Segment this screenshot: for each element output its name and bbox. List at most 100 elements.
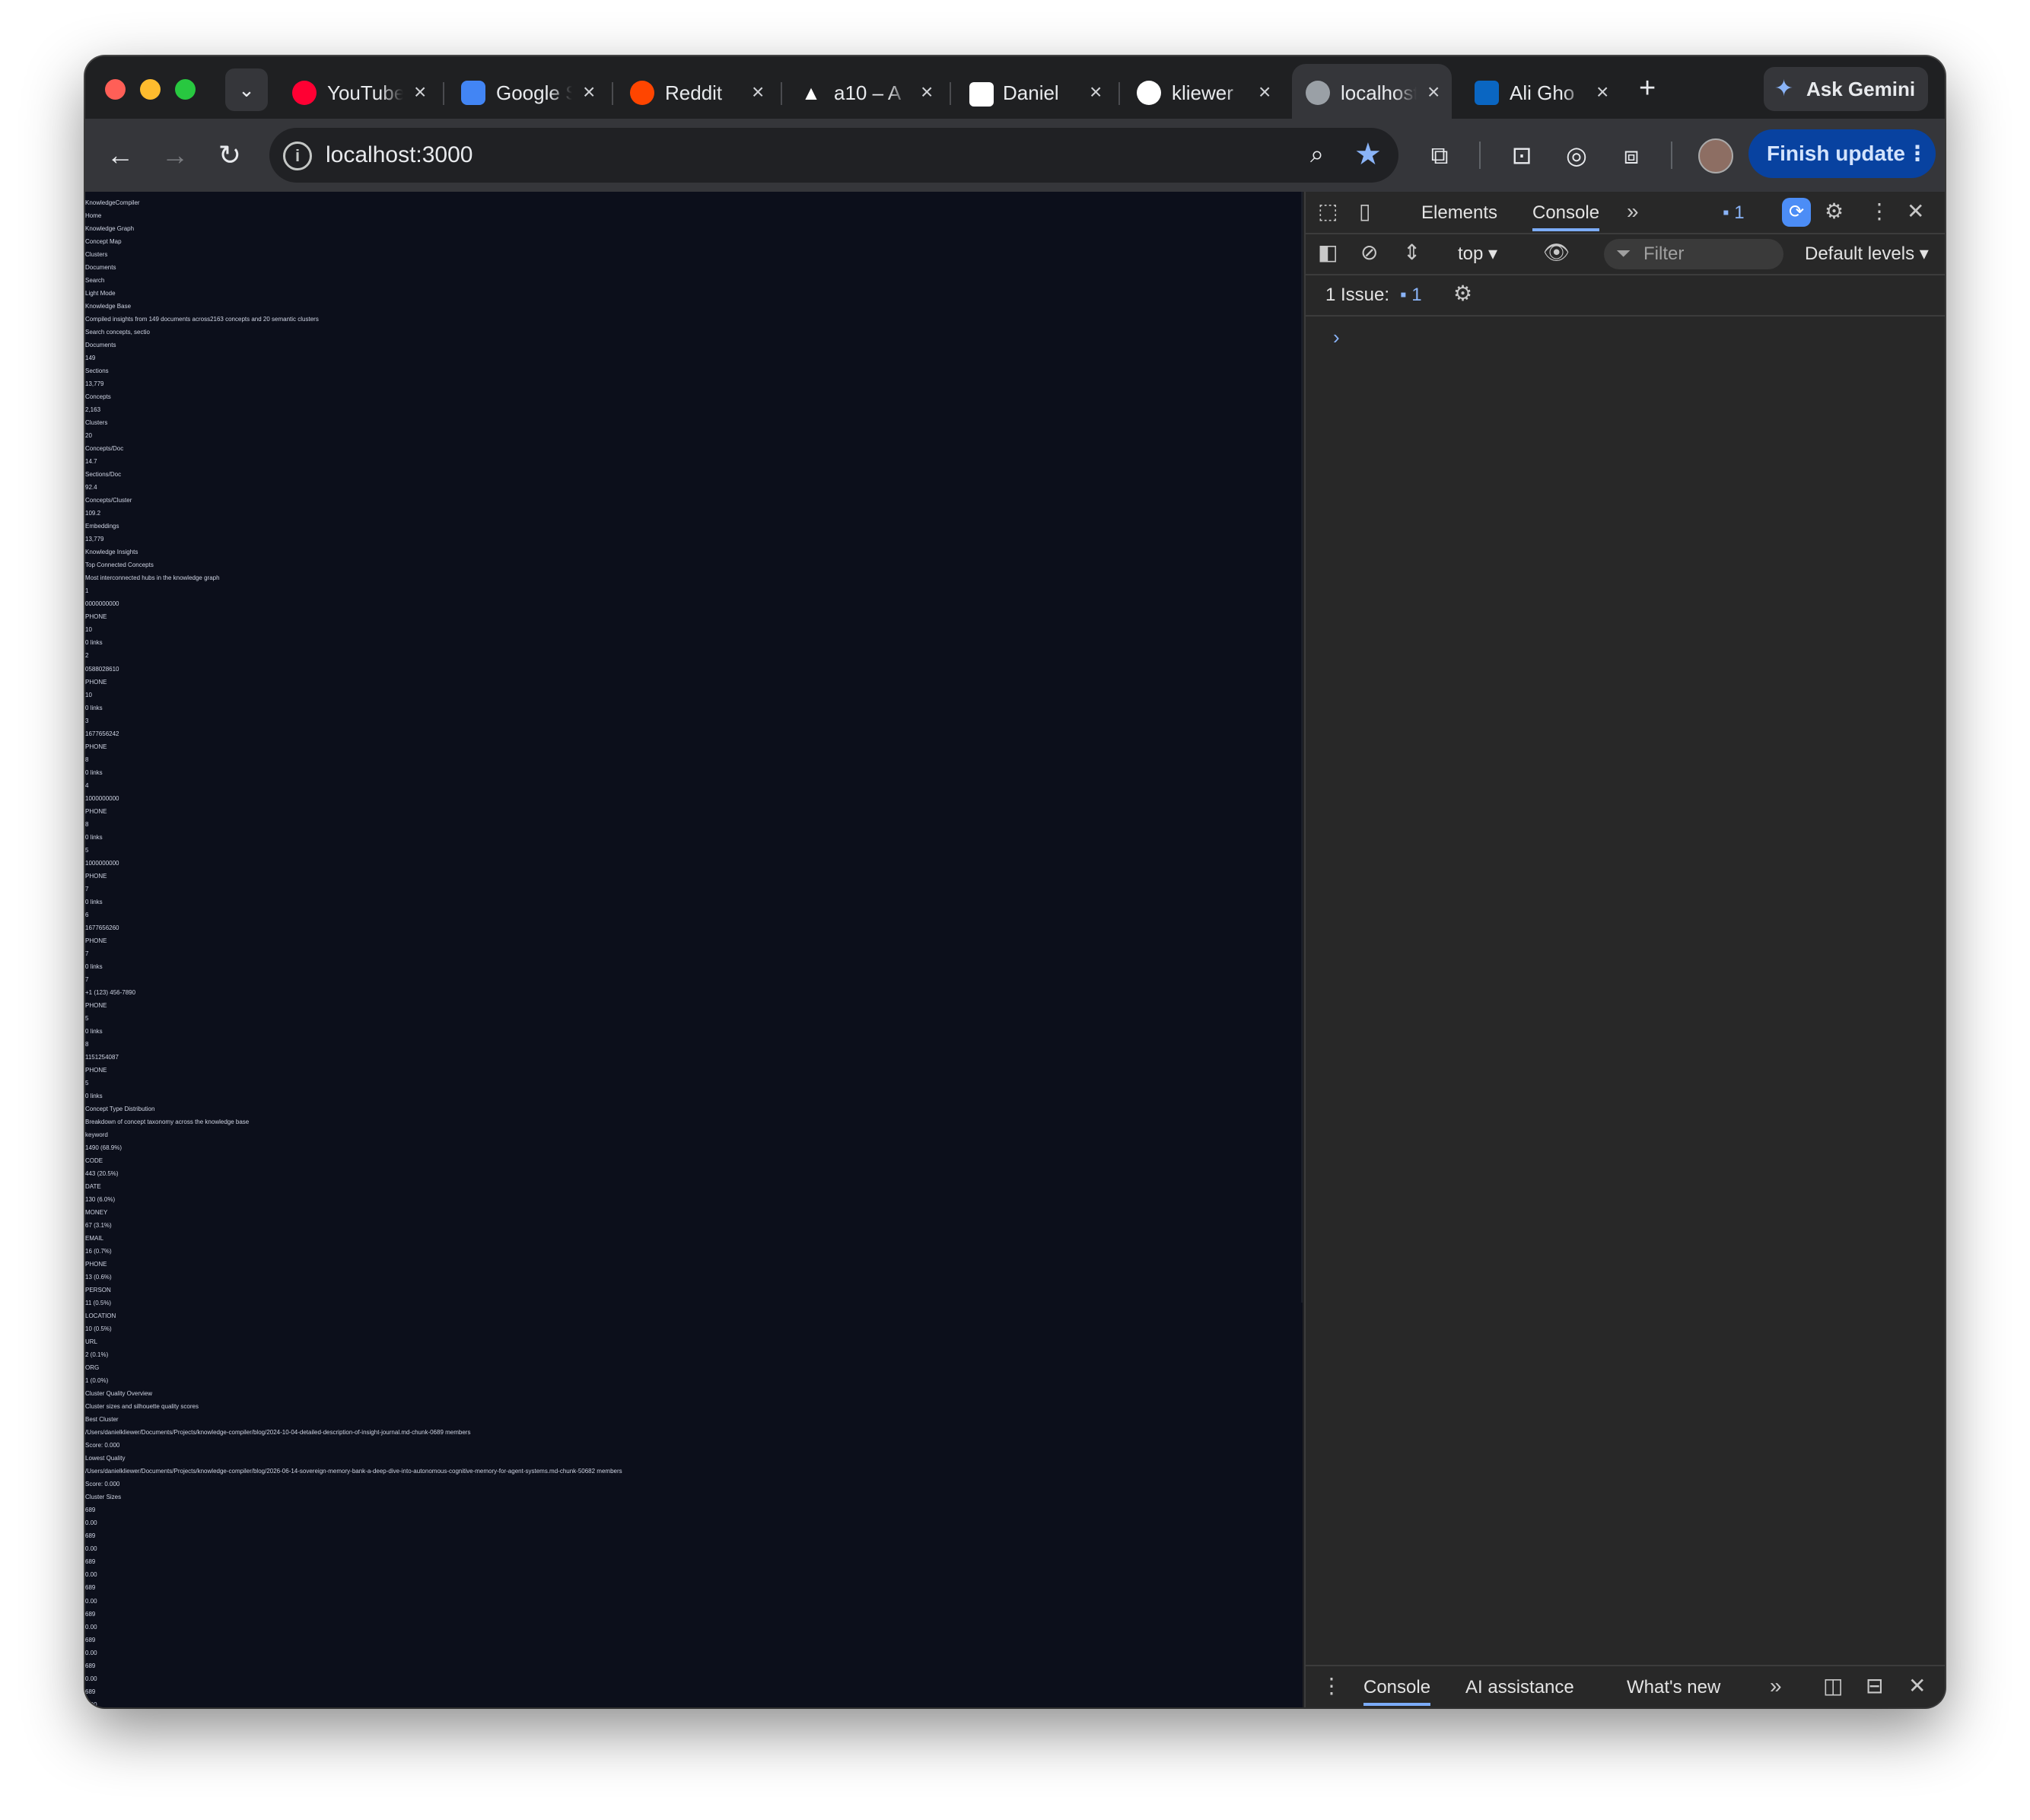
drawer-tab-whats-new[interactable]: What's new bbox=[1627, 1672, 1720, 1703]
tab-close-icon[interactable]: × bbox=[414, 79, 426, 105]
minimize-window-button[interactable] bbox=[140, 79, 161, 100]
dock-side-icon[interactable]: ◫ bbox=[1823, 1671, 1843, 1701]
close-devtools-icon[interactable]: ✕ bbox=[1907, 196, 1924, 227]
clear-console-icon[interactable]: ⊘ bbox=[1360, 237, 1378, 268]
tab-close-icon[interactable]: × bbox=[1090, 79, 1102, 105]
page-text-line: 2 (0.1%) bbox=[85, 1351, 109, 1359]
page-text-line: Compiled insights from 149 documents acr… bbox=[85, 316, 319, 323]
page-text-line: 0 links bbox=[85, 704, 103, 711]
translate-icon[interactable]: ⧈ bbox=[1613, 137, 1650, 173]
extensions-puzzle-icon[interactable]: ⧉ bbox=[1421, 137, 1458, 173]
page-text-line: 10 bbox=[85, 691, 92, 698]
drawer-menu-icon[interactable]: ⋮ bbox=[1321, 1671, 1342, 1701]
tab-reddit[interactable]: Reddit × bbox=[616, 64, 782, 119]
inspect-element-icon[interactable]: ⬚ bbox=[1318, 196, 1338, 227]
tab-close-icon[interactable]: × bbox=[583, 79, 595, 105]
back-arrow-icon[interactable]: ← bbox=[102, 137, 138, 173]
page-text-line: 5 bbox=[85, 1079, 89, 1087]
cast-icon[interactable]: ⊡ bbox=[1503, 137, 1540, 173]
log-levels-dropdown[interactable]: Default levels ▾ bbox=[1805, 239, 1929, 269]
page-text-line: Top Connected Concepts bbox=[85, 562, 154, 569]
linkedin-icon bbox=[1475, 81, 1499, 105]
kebab-menu-icon[interactable]: ⋮ bbox=[1907, 129, 1928, 178]
page-text-line: URL bbox=[85, 1338, 98, 1346]
drawer-tab-console[interactable]: Console bbox=[1363, 1672, 1431, 1706]
sync-icon[interactable]: ⟳ bbox=[1782, 198, 1811, 227]
reload-icon[interactable]: ↻ bbox=[212, 137, 248, 173]
page-text-line: 0.00 bbox=[85, 1675, 97, 1682]
finish-update-label: Finish update bbox=[1767, 142, 1905, 165]
finish-update-button[interactable]: Finish update ⋮ bbox=[1748, 129, 1936, 178]
pin-expression-icon[interactable]: ⇕ bbox=[1403, 237, 1421, 268]
page-text-line: 0.00 bbox=[85, 1649, 97, 1656]
tab-youtube[interactable]: YouTube × bbox=[278, 64, 444, 119]
screenshot-lens-icon[interactable]: ◎ bbox=[1558, 137, 1595, 173]
issues-badge[interactable]: ▪ 1 bbox=[1723, 198, 1745, 228]
tab-close-icon[interactable]: × bbox=[752, 79, 764, 105]
tab-title: Google Sheets bbox=[496, 81, 572, 104]
page-text-line: 3 bbox=[85, 717, 89, 724]
tab-close-icon[interactable]: × bbox=[1427, 79, 1440, 105]
page-text-line: Knowledge Base bbox=[85, 303, 132, 310]
devtools-tabbar: ⬚ ▯ Elements Console » ▪ 1 ⟳ ⚙ ⋮ ✕ bbox=[1306, 192, 1945, 234]
sidebar-toggle-icon[interactable]: ◧ bbox=[1318, 237, 1338, 268]
tab-google-sheets[interactable]: Google Sheets × bbox=[447, 64, 613, 119]
zoom-magnifier-icon[interactable]: ⌕ bbox=[1310, 140, 1324, 169]
page-text-line: 689 bbox=[85, 1688, 96, 1695]
tab-strip: ⌄ YouTube × Google Sheets × Reddit × ▲ a… bbox=[85, 56, 1945, 119]
site-info-icon[interactable]: i bbox=[283, 142, 312, 170]
page-text-line: 7 bbox=[85, 950, 89, 957]
address-bar[interactable]: i localhost:3000 ⌕ ★ bbox=[269, 128, 1398, 183]
forward-arrow-icon[interactable]: → bbox=[157, 137, 193, 173]
page-text-line: Cluster sizes and silhouette quality sco… bbox=[85, 1403, 199, 1411]
bookmark-star-icon[interactable]: ★ bbox=[1354, 137, 1382, 172]
url-text[interactable]: localhost:3000 bbox=[326, 142, 473, 169]
tab-localhost[interactable]: localhost × bbox=[1292, 64, 1452, 119]
tab-title: YouTube bbox=[327, 81, 403, 104]
devtools-menu-icon[interactable]: ⋮ bbox=[1869, 196, 1890, 227]
profile-avatar[interactable] bbox=[1698, 138, 1733, 173]
browser-window: ⌄ YouTube × Google Sheets × Reddit × ▲ a… bbox=[85, 56, 1945, 1707]
page-text-line: Knowledge Graph bbox=[85, 225, 135, 233]
close-drawer-icon[interactable]: ✕ bbox=[1908, 1671, 1926, 1701]
tab-console[interactable]: Console bbox=[1532, 198, 1600, 231]
page-text-line: Score: 0.000 bbox=[85, 1481, 120, 1488]
tab-a10[interactable]: ▲ a10 – A × bbox=[785, 64, 951, 119]
live-expression-eye-icon[interactable]: 👁 bbox=[1543, 237, 1570, 268]
reddit-icon bbox=[630, 81, 654, 105]
page-text-line: 0 links bbox=[85, 833, 103, 841]
ask-gemini-button[interactable]: ✦ Ask Gemini bbox=[1764, 67, 1928, 111]
page-text-line: 10 bbox=[85, 626, 92, 634]
page-text-line: Best Cluster bbox=[85, 1416, 119, 1424]
new-tab-plus-icon[interactable]: + bbox=[1639, 72, 1656, 105]
issues-link[interactable]: ▪ 1 bbox=[1400, 280, 1422, 310]
drawer-more-tabs-icon[interactable]: » bbox=[1770, 1671, 1782, 1701]
settings-gear-icon[interactable]: ⚙ bbox=[1825, 196, 1844, 227]
console-prompt-chevron-icon[interactable]: › bbox=[1333, 326, 1340, 349]
context-selector[interactable]: top ▾ bbox=[1458, 239, 1497, 269]
tab-close-icon[interactable]: × bbox=[921, 79, 933, 105]
tab-linkedin[interactable]: Ali Gho × bbox=[1461, 64, 1621, 119]
filter-input[interactable]: ⏷ Filter bbox=[1604, 239, 1783, 269]
page-scrollbar[interactable] bbox=[1301, 192, 1303, 1303]
device-toolbar-icon[interactable]: ▯ bbox=[1359, 196, 1370, 227]
console-settings-gear-icon[interactable]: ⚙ bbox=[1453, 278, 1472, 309]
tab-close-icon[interactable]: × bbox=[1596, 79, 1608, 105]
tab-elements[interactable]: Elements bbox=[1421, 198, 1497, 228]
tab-daniel[interactable]: Daniel × bbox=[954, 64, 1120, 119]
page-text-line: PHONE bbox=[85, 1066, 107, 1074]
vercel-icon: ▲ bbox=[801, 81, 821, 104]
drawer-tab-ai-assistance[interactable]: AI assistance bbox=[1465, 1672, 1574, 1703]
tab-search-chevron-icon[interactable]: ⌄ bbox=[225, 68, 268, 111]
page-text-line: 5 bbox=[85, 846, 89, 854]
undock-drawer-icon[interactable]: ⊟ bbox=[1866, 1671, 1883, 1701]
page-text-line: CODE bbox=[85, 1157, 103, 1165]
tab-github[interactable]: kliewer × bbox=[1123, 64, 1283, 119]
maximize-window-button[interactable] bbox=[175, 79, 196, 100]
close-window-button[interactable] bbox=[105, 79, 126, 100]
page-text-line: PHONE bbox=[85, 743, 107, 750]
tab-close-icon[interactable]: × bbox=[1258, 79, 1271, 105]
page-text-line: LOCATION bbox=[85, 1312, 116, 1320]
more-tabs-chevron-icon[interactable]: » bbox=[1627, 196, 1639, 227]
page-text-line: 0.00 bbox=[85, 1545, 97, 1553]
